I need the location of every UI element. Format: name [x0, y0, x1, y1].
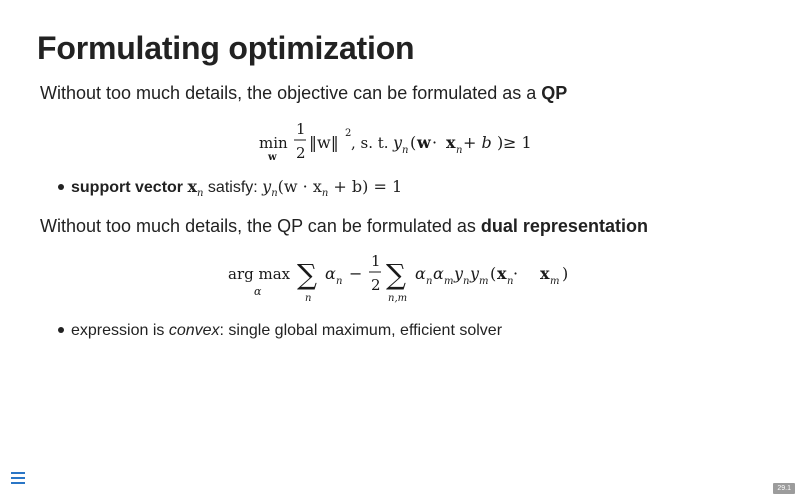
eq2-frac-den: 2 — [371, 276, 381, 294]
slide: Formulating optimization Without too muc… — [0, 0, 800, 500]
eq1-plus-b: + b — [463, 133, 492, 152]
eq2-sum2-sub: n,m — [388, 293, 407, 304]
eq2-term-a2: α — [433, 264, 444, 283]
intro-paragraph: Without too much details, the objective … — [40, 83, 567, 104]
bullet1-after: satisfy: — [203, 179, 263, 196]
eq2-term-open: ( — [490, 264, 496, 283]
bullet2-after: : single global maximum, efficient solve… — [219, 322, 503, 339]
eq2-minus: − — [349, 264, 362, 283]
eq1-x: x — [446, 133, 456, 152]
bullet-support-vector: support vector xn satisfy: yn(w · xn + b… — [58, 177, 402, 199]
eq2-argmax-sub: α — [254, 285, 262, 298]
bullet2-italic: convex — [168, 322, 220, 339]
hamburger-menu-icon[interactable] — [11, 472, 25, 486]
eq2-alpha-n: α — [325, 264, 336, 283]
menu-line-3 — [11, 482, 25, 484]
dual-equation-svg: arg max α ∑ n α n − 1 2 ∑ n,m α n α m y … — [228, 252, 568, 304]
eq2-term-s3: n — [463, 276, 469, 287]
eq1-frac-den: 2 — [296, 144, 306, 162]
eq1-frac-num: 1 — [296, 120, 306, 138]
eq2-alpha-n-sub: n — [336, 276, 342, 287]
eq1-w: w — [416, 133, 432, 152]
bullet-dot — [58, 183, 64, 190]
eq2-term-a1: α — [415, 264, 426, 283]
objective-equation: min w 1 2 ‖w‖ 2 , s. t. y n ( w · x n + … — [0, 116, 800, 168]
eq1-geq: ≥ 1 — [503, 133, 532, 152]
eq1-dot: · — [432, 133, 437, 152]
menu-line-1 — [11, 472, 25, 474]
bullet1-eq-y: y — [262, 177, 272, 196]
eq2-term-dot: · — [513, 264, 518, 283]
dual-paragraph: Without too much details, the QP can be … — [40, 216, 648, 237]
bullet1-eq-end: + b) = 1 — [328, 177, 403, 196]
bullet-dot — [58, 326, 64, 333]
eq1-min: min — [259, 134, 288, 152]
eq1-x-sub: n — [456, 145, 462, 156]
slide-title: Formulating optimization — [37, 30, 415, 66]
eq2-sum1-sub: n — [305, 293, 311, 304]
eq1-min-sub: w — [267, 152, 277, 163]
eq2-sum1: ∑ — [297, 258, 317, 291]
objective-equation-svg: min w 1 2 ‖w‖ 2 , s. t. y n ( w · x n + … — [259, 120, 532, 163]
page-number-badge: 29.1 — [773, 483, 795, 494]
eq2-term-x1: x — [497, 264, 507, 283]
eq2-frac-num: 1 — [371, 252, 381, 270]
bullet2-before: expression is — [71, 322, 169, 339]
bullet1-x: x — [187, 177, 198, 196]
eq2-term-s1: n — [426, 276, 432, 287]
eq2-term-x2: x — [540, 264, 550, 283]
eq2-term-s4: m — [479, 276, 488, 287]
bullet1-bold: support vector — [71, 179, 184, 196]
eq2-sum2: ∑ — [386, 258, 406, 291]
dual-equation: arg max α ∑ n α n − 1 2 ∑ n,m α n α m y … — [0, 250, 800, 308]
bullet-convex: expression is convex: single global maxi… — [58, 322, 502, 340]
eq1-open: ( — [410, 133, 416, 152]
eq1-st: , s. t. — [351, 134, 389, 152]
bullet1-eq-mid: (w · x — [277, 177, 322, 196]
eq1-norm: ‖w‖ — [309, 133, 339, 152]
intro-bold-qp: QP — [541, 83, 568, 103]
intro-text: Without too much details, the objective … — [40, 83, 542, 103]
eq2-argmax: arg max — [228, 265, 291, 283]
dual-bold: dual representation — [480, 216, 648, 236]
menu-line-2 — [11, 477, 25, 479]
dual-text: Without too much details, the QP can be … — [40, 216, 481, 236]
eq2-term-s2: m — [444, 276, 453, 287]
eq2-term-close: ) — [562, 264, 568, 283]
eq2-term-s6: m — [550, 276, 559, 287]
eq1-y-sub: n — [402, 145, 408, 156]
